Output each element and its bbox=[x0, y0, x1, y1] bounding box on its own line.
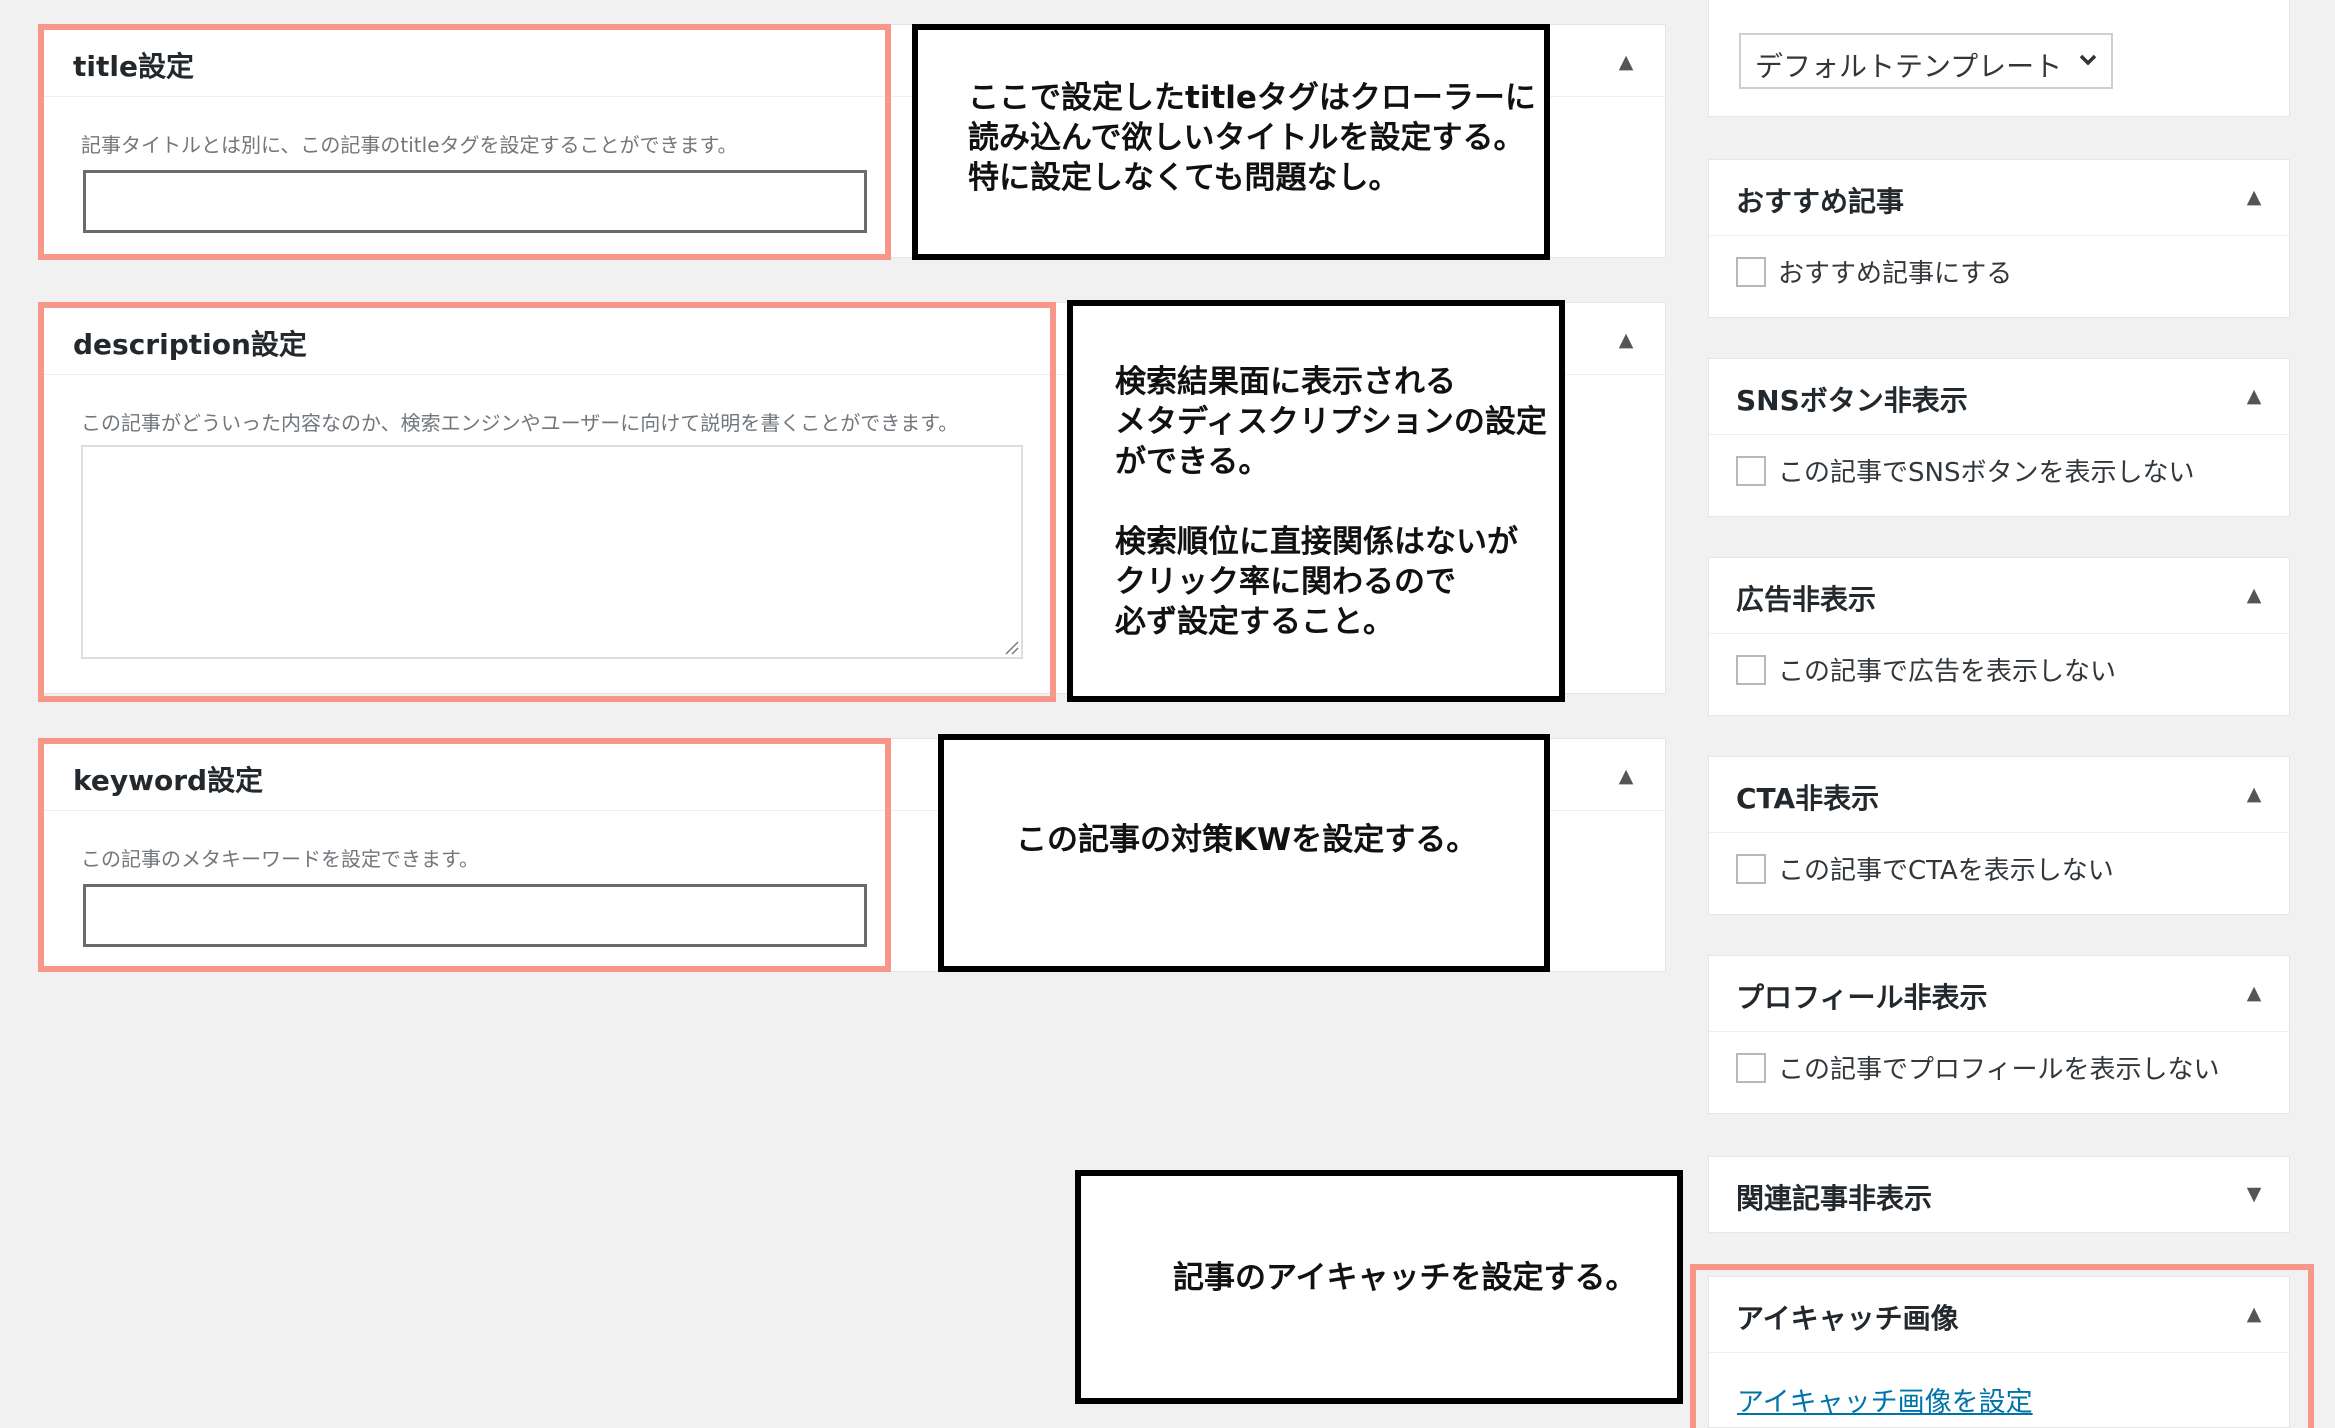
checkbox-label[interactable]: おすすめ記事にする bbox=[1778, 253, 2012, 290]
template-box: デフォルトテンプレート bbox=[1708, 0, 2290, 117]
caret-up-icon[interactable]: ▲ bbox=[2239, 978, 2269, 1008]
keyword-metabox-toggle-icon[interactable]: ▲ bbox=[1611, 761, 1641, 791]
checkbox-label[interactable]: この記事で広告を表示しない bbox=[1778, 651, 2116, 688]
keyword-annotation-text: この記事の対策KWを設定する。 bbox=[1016, 822, 1478, 858]
sidebar-box-header[interactable]: おすすめ記事 ▲ bbox=[1709, 160, 2289, 236]
title-annotation-box: ここで設定したtitleタグはクローラーに 読み込んで欲しいタイトルを設定する。… bbox=[912, 24, 1550, 260]
hide-ads-checkbox[interactable] bbox=[1736, 654, 1766, 685]
checkbox-row[interactable]: この記事でSNSボタンを表示しない bbox=[1736, 452, 2194, 488]
keyword-annotation-box: この記事の対策KWを設定する。 bbox=[938, 734, 1550, 972]
checkbox-label[interactable]: この記事でCTAを表示しない bbox=[1778, 850, 2114, 887]
sidebar-box-title: 関連記事非表示 bbox=[1736, 1182, 1933, 1215]
sidebar-box-header[interactable]: SNSボタン非表示 ▲ bbox=[1709, 359, 2289, 435]
template-select-value: デフォルトテンプレート bbox=[1755, 50, 2063, 83]
checkbox-row[interactable]: この記事でプロフィールを表示しない bbox=[1736, 1049, 2219, 1085]
sidebar-box-ads: 広告非表示 ▲ この記事で広告を表示しない bbox=[1708, 557, 2290, 716]
caret-up-icon[interactable]: ▲ bbox=[2239, 580, 2269, 610]
title-highlight-frame bbox=[38, 24, 891, 260]
eyecatch-annotation-box: 記事のアイキャッチを設定する。 bbox=[1075, 1170, 1683, 1404]
template-select[interactable]: デフォルトテンプレート bbox=[1739, 33, 2113, 89]
sidebar-box-header[interactable]: 関連記事非表示 ▼ bbox=[1709, 1157, 2289, 1232]
title-annotation-text: ここで設定したtitleタグはクローラーに 読み込んで欲しいタイトルを設定する。… bbox=[968, 80, 1536, 196]
checkbox-row[interactable]: この記事で広告を表示しない bbox=[1736, 651, 2116, 687]
sidebar-box-title: プロフィール非表示 bbox=[1736, 981, 1988, 1014]
title-metabox-toggle-icon[interactable]: ▲ bbox=[1611, 47, 1641, 77]
checkbox-label[interactable]: この記事でSNSボタンを表示しない bbox=[1778, 452, 2194, 489]
eyecatch-annotation-text: 記事のアイキャッチを設定する。 bbox=[1173, 1260, 1637, 1296]
hide-cta-checkbox[interactable] bbox=[1736, 853, 1766, 884]
description-annotation-text: 検索結果面に表示される メタディスクリプションの設定 ができる。 検索順位に直接… bbox=[1115, 364, 1547, 640]
hide-profile-checkbox[interactable] bbox=[1736, 1052, 1766, 1083]
sidebar-box-cta: CTA非表示 ▲ この記事でCTAを表示しない bbox=[1708, 756, 2290, 915]
description-highlight-frame bbox=[38, 302, 1056, 702]
sidebar-box-title: CTA非表示 bbox=[1736, 782, 1880, 815]
hide-sns-checkbox[interactable] bbox=[1736, 455, 1766, 486]
caret-up-icon[interactable]: ▲ bbox=[2239, 182, 2269, 212]
checkbox-label[interactable]: この記事でプロフィールを表示しない bbox=[1778, 1049, 2219, 1086]
caret-down-icon[interactable]: ▼ bbox=[2239, 1179, 2269, 1209]
caret-up-icon[interactable]: ▲ bbox=[2239, 381, 2269, 411]
recommended-checkbox[interactable] bbox=[1736, 256, 1766, 287]
sidebar-box-header[interactable]: プロフィール非表示 ▲ bbox=[1709, 956, 2289, 1032]
sidebar-box-title: おすすめ記事 bbox=[1736, 185, 1905, 218]
sidebar-box-title: SNSボタン非表示 bbox=[1736, 384, 1968, 417]
keyword-highlight-frame bbox=[38, 738, 891, 972]
chevron-down-icon bbox=[2079, 54, 2097, 66]
checkbox-row[interactable]: この記事でCTAを表示しない bbox=[1736, 850, 2114, 886]
description-metabox-toggle-icon[interactable]: ▲ bbox=[1611, 325, 1641, 355]
checkbox-row[interactable]: おすすめ記事にする bbox=[1736, 253, 2012, 289]
sidebar-box-related: 関連記事非表示 ▼ bbox=[1708, 1156, 2290, 1233]
description-annotation-box: 検索結果面に表示される メタディスクリプションの設定 ができる。 検索順位に直接… bbox=[1067, 300, 1565, 702]
sidebar-box-header[interactable]: CTA非表示 ▲ bbox=[1709, 757, 2289, 833]
sidebar-box-title: 広告非表示 bbox=[1736, 583, 1877, 616]
caret-up-icon[interactable]: ▲ bbox=[2239, 779, 2269, 809]
sidebar-box-profile: プロフィール非表示 ▲ この記事でプロフィールを表示しない bbox=[1708, 955, 2290, 1114]
eyecatch-highlight-frame bbox=[1690, 1264, 2314, 1428]
sidebar-box-sns: SNSボタン非表示 ▲ この記事でSNSボタンを表示しない bbox=[1708, 358, 2290, 517]
sidebar-box-header[interactable]: 広告非表示 ▲ bbox=[1709, 558, 2289, 634]
sidebar-box-recommended: おすすめ記事 ▲ おすすめ記事にする bbox=[1708, 159, 2290, 318]
